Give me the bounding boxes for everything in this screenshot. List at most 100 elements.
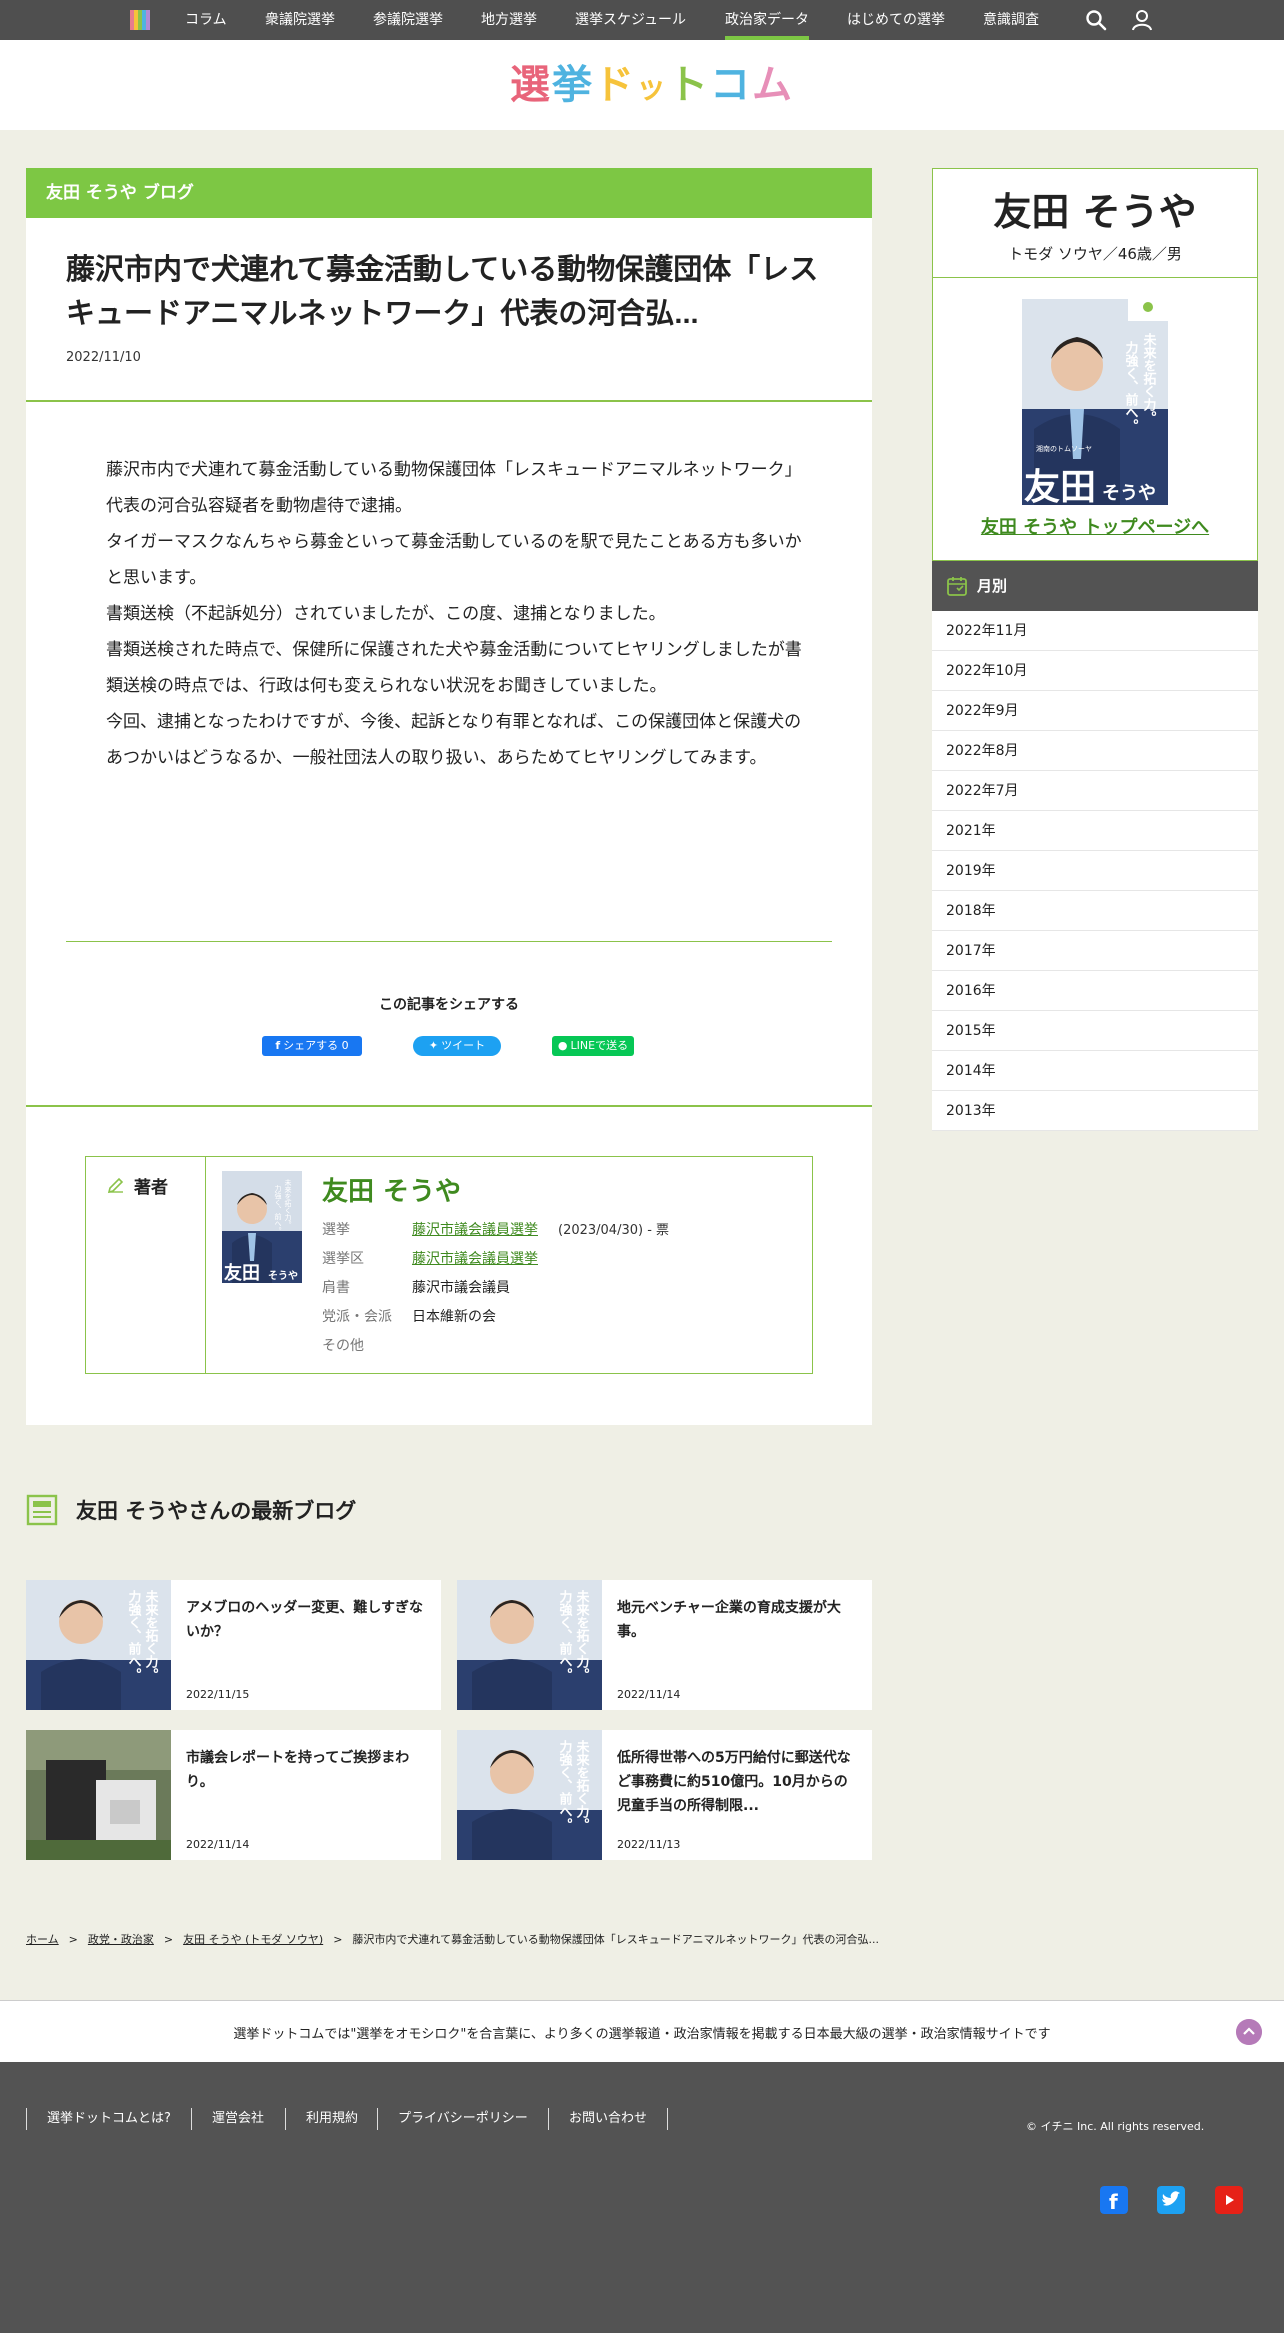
svg-text:友田: 友田 bbox=[224, 1262, 260, 1283]
month-item[interactable]: 2018年 bbox=[932, 891, 1258, 931]
blog-card[interactable]: 未来を拓く力。 力強く、前へ。 低所得世帯への5万円給付に郵送代など事務費に約5… bbox=[457, 1730, 872, 1860]
footer-link-about[interactable]: 選挙ドットコムとは? bbox=[26, 2108, 191, 2130]
author-row-other: その他 bbox=[322, 1335, 412, 1355]
nav-item-council-election[interactable]: 参議院選挙 bbox=[373, 0, 443, 40]
month-item[interactable]: 2021年 bbox=[932, 811, 1258, 851]
footer-link-privacy[interactable]: プライバシーポリシー bbox=[377, 2108, 548, 2130]
author-row-party: 党派・会派 日本維新の会 bbox=[322, 1306, 496, 1326]
article-paragraph: 書類送検（不起訴処分）されていましたが、この度、逮捕となりました。 bbox=[106, 604, 666, 624]
article-paragraph: タイガーマスクなんちゃら募金といって募金活動しているのを駅で見たことある方も多い… bbox=[106, 532, 802, 588]
youtube-icon[interactable] bbox=[1215, 2186, 1243, 2214]
article-card: 友田 そうや ブログ 藤沢市内で犬連れて募金活動している動物保護団体「レスキュー… bbox=[26, 168, 872, 1425]
nav-item-first-election[interactable]: はじめての選挙 bbox=[847, 0, 945, 40]
site-header: 選挙ドットコム bbox=[0, 40, 1284, 130]
breadcrumb-separator: > bbox=[68, 1933, 78, 1946]
blog-card[interactable]: 市議会レポートを持ってご挨拶まわり。 2022/11/14 bbox=[26, 1730, 441, 1860]
month-list: 2022年11月 2022年10月 2022年9月 2022年8月 2022年7… bbox=[932, 611, 1258, 1131]
article-paragraph: 今回、逮捕となったわけですが、今後、起訴となり有罪となれば、この保護団体と保護犬… bbox=[106, 712, 802, 768]
poster-name-small: そうや bbox=[1102, 483, 1156, 504]
month-item[interactable]: 2014年 bbox=[932, 1051, 1258, 1091]
svg-text:未来を拓く力。: 未来を拓く力。 bbox=[284, 1178, 292, 1228]
month-item[interactable]: 2015年 bbox=[932, 1011, 1258, 1051]
footer-link-terms[interactable]: 利用規約 bbox=[285, 2108, 378, 2130]
month-item[interactable]: 2022年10月 bbox=[932, 651, 1258, 691]
election-link[interactable]: 藤沢市議会議員選挙 bbox=[412, 1222, 538, 1238]
twitter-share-label: ツイート bbox=[441, 1039, 486, 1052]
profile-top-link[interactable]: 友田 そうや トップページへ bbox=[933, 513, 1257, 539]
latest-blogs-title: 友田 そうやさんの最新ブログ bbox=[76, 1499, 357, 1523]
month-item[interactable]: 2019年 bbox=[932, 851, 1258, 891]
divider bbox=[667, 2108, 668, 2130]
article-paragraph: 書類送検された時点で、保健所に保護された犬や募金活動についてヒヤリングしましたが… bbox=[106, 640, 802, 696]
nav-item-election-schedule[interactable]: 選挙スケジュール bbox=[575, 0, 686, 40]
poster-slogan-1: 未来を拓く力。 bbox=[1141, 332, 1158, 424]
row-key: 党派・会派 bbox=[322, 1309, 392, 1325]
blog-label: 友田 そうや ブログ bbox=[26, 168, 872, 218]
line-icon: ● bbox=[557, 1039, 568, 1052]
author-name[interactable]: 友田 そうや bbox=[322, 1171, 461, 1208]
district-link[interactable]: 藤沢市議会議員選挙 bbox=[412, 1251, 538, 1267]
blog-list-icon bbox=[26, 1494, 58, 1526]
top-navigation: コラム 衆議院選挙 参議院選挙 地方選挙 選挙スケジュール 政治家データ はじめ… bbox=[0, 0, 1284, 40]
svg-text:力強く、前へ。: 力強く、前へ。 bbox=[274, 1184, 282, 1234]
svg-text:そうや: そうや bbox=[268, 1270, 298, 1282]
election-votes: (2023/04/30) - 票 bbox=[558, 1223, 670, 1238]
search-icon[interactable] bbox=[1084, 8, 1108, 32]
logo-char: 挙 bbox=[552, 62, 594, 108]
logo-char: ッ bbox=[636, 71, 668, 106]
nav-item-politician-data[interactable]: 政治家データ bbox=[725, 0, 809, 40]
blog-card-title: 市議会レポートを持ってご挨拶まわり。 bbox=[186, 1750, 410, 1790]
divider bbox=[933, 277, 1257, 278]
poster-slogan-2: 力強く、前へ。 bbox=[1123, 340, 1139, 432]
line-share-button[interactable]: ● LINEで送る bbox=[552, 1036, 634, 1056]
month-item[interactable]: 2022年8月 bbox=[932, 731, 1258, 771]
month-item[interactable]: 2017年 bbox=[932, 931, 1258, 971]
profile-subinfo: トモダ ソウヤ／46歳／男 bbox=[1008, 245, 1182, 263]
nav-item-house-election[interactable]: 衆議院選挙 bbox=[265, 0, 335, 40]
facebook-icon[interactable]: f bbox=[1100, 2186, 1128, 2214]
month-item[interactable]: 2016年 bbox=[932, 971, 1258, 1011]
breadcrumb-policy[interactable]: 政党・政治家 bbox=[88, 1933, 154, 1946]
row-key: 選挙 bbox=[322, 1222, 350, 1238]
twitter-icon[interactable] bbox=[1157, 2186, 1185, 2214]
facebook-share-button[interactable]: f シェアする 0 bbox=[262, 1036, 362, 1056]
month-item[interactable]: 2022年11月 bbox=[932, 611, 1258, 651]
back-to-top-icon[interactable] bbox=[1236, 2019, 1262, 2045]
user-icon[interactable] bbox=[1130, 8, 1154, 32]
author-box: 著者 未来を拓く力。 力強く、前へ。 友田 そうや 友田 そうや 選挙 藤沢市議会… bbox=[85, 1156, 813, 1374]
nav-item-survey[interactable]: 意識調査 bbox=[983, 0, 1039, 40]
breadcrumb-home[interactable]: ホーム bbox=[26, 1933, 59, 1946]
month-item[interactable]: 2022年9月 bbox=[932, 691, 1258, 731]
blog-card-thumbnail bbox=[26, 1730, 171, 1860]
profile-name: 友田 そうや bbox=[993, 190, 1197, 234]
divider bbox=[66, 941, 832, 942]
poster-name-big: 友田 bbox=[1024, 467, 1096, 505]
footer-link-company[interactable]: 運営会社 bbox=[191, 2108, 284, 2130]
blog-card[interactable]: 未来を拓く力。 力強く、前へ。 アメブロのヘッダー変更、難しすぎないか？ 202… bbox=[26, 1580, 441, 1710]
profile-poster-photo[interactable]: 未来を拓く力。 力強く、前へ。 湘南のトムソーヤ 友田 そうや bbox=[1022, 299, 1168, 505]
blog-card[interactable]: 未来を拓く力。 力強く、前へ。 地元ベンチャー企業の育成支援が大事。 2022/… bbox=[457, 1580, 872, 1710]
pencil-icon bbox=[107, 1177, 124, 1194]
breadcrumb-person[interactable]: 友田 そうや (トモダ ソウヤ) bbox=[183, 1933, 323, 1946]
share-title: この記事をシェアする bbox=[379, 997, 519, 1013]
site-mini-logo-icon[interactable] bbox=[130, 10, 150, 30]
site-logo[interactable]: 選挙ドットコム bbox=[510, 60, 792, 110]
svg-text:未来を拓く力。: 未来を拓く力。 bbox=[574, 1589, 591, 1681]
row-key: 肩書 bbox=[322, 1280, 350, 1296]
author-photo[interactable]: 未来を拓く力。 力強く、前へ。 友田 そうや bbox=[222, 1171, 302, 1283]
logo-char: コ bbox=[710, 62, 752, 108]
logo-char: ド bbox=[594, 62, 636, 108]
svg-text:力強く、前へ。: 力強く、前へ。 bbox=[126, 1589, 142, 1681]
svg-text:未来を拓く力。: 未来を拓く力。 bbox=[143, 1589, 160, 1681]
svg-text:力強く、前へ。: 力強く、前へ。 bbox=[557, 1739, 573, 1831]
row-value: 日本維新の会 bbox=[412, 1309, 496, 1325]
twitter-share-button[interactable]: ✦ ツイート bbox=[413, 1036, 501, 1056]
nav-item-column[interactable]: コラム bbox=[185, 0, 227, 40]
site-tagline: 選挙ドットコムでは"選挙をオモシロク"を合言葉に、より多くの選挙報道・政治家情報… bbox=[233, 2027, 1051, 2042]
month-item[interactable]: 2022年7月 bbox=[932, 771, 1258, 811]
footer-link-contact[interactable]: お問い合わせ bbox=[548, 2108, 667, 2130]
nav-item-local-election[interactable]: 地方選挙 bbox=[481, 0, 537, 40]
row-value: 藤沢市議会議員 bbox=[412, 1280, 510, 1296]
month-item[interactable]: 2013年 bbox=[932, 1091, 1258, 1131]
twitter-icon: ✦ bbox=[428, 1039, 439, 1052]
